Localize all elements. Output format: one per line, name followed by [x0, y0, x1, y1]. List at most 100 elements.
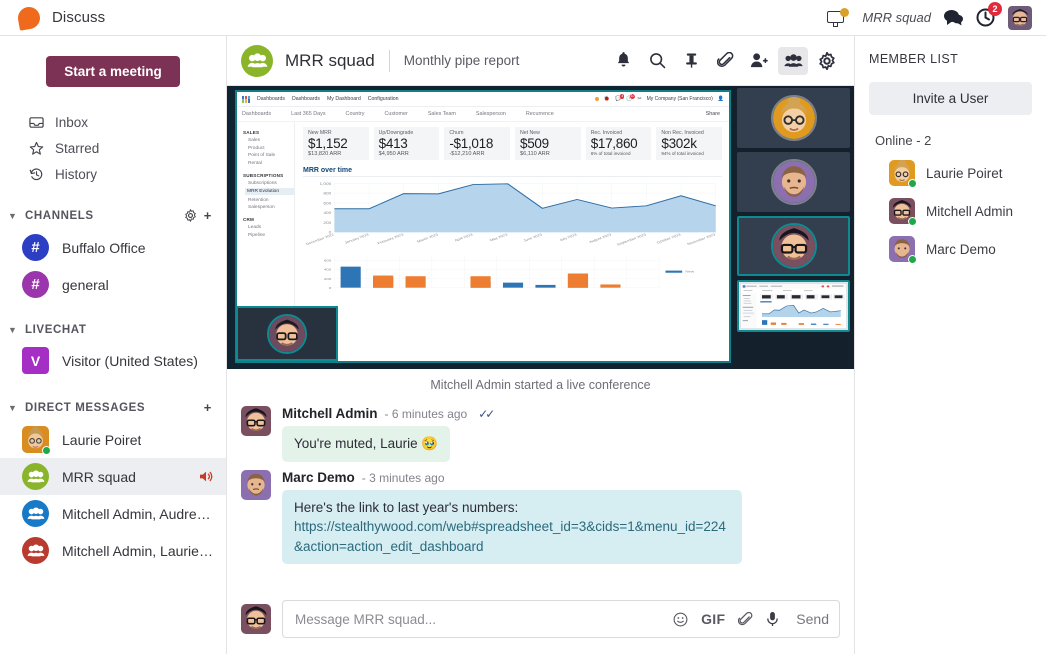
message-input[interactable]: [295, 611, 674, 627]
nav-item[interactable]: Point of Sale: [248, 153, 294, 158]
member-item-laurie-poiret[interactable]: Laurie Poiret: [869, 154, 1032, 192]
sidebar-dm-laurie-poiret[interactable]: Laurie Poiret: [0, 421, 226, 458]
kpi-sub: 6% of total invoiced: [590, 151, 631, 156]
hash-icon: #: [22, 234, 49, 261]
shared-screen-pane[interactable]: Dashboards Dashboards My Dashboard Confi…: [227, 86, 733, 369]
sidebar-item-starred[interactable]: Starred: [0, 135, 226, 161]
sidebar-item-inbox[interactable]: Inbox: [0, 109, 226, 135]
nav-item[interactable]: Retention: [248, 198, 294, 203]
paperclip-icon[interactable]: [738, 611, 753, 627]
inbox-icon: [28, 114, 44, 130]
sidebar-dm-mitchell-audrey[interactable]: Mitchell Admin, Audrey ...: [0, 495, 226, 532]
messages-icon[interactable]: 💬 4: [615, 94, 625, 102]
message-link[interactable]: https://stealthywood.com/web#spreadsheet…: [294, 519, 726, 554]
nav-item[interactable]: Rental: [248, 161, 294, 166]
sidebar-channel-general[interactable]: # general: [0, 266, 226, 303]
thread-subtitle[interactable]: Monthly pipe report: [404, 53, 520, 68]
emoji-icon[interactable]: [673, 612, 688, 627]
self-video-tile[interactable]: [236, 306, 338, 361]
participant-tile-screen-share[interactable]: [737, 280, 850, 332]
paperclip-icon[interactable]: [710, 47, 740, 75]
avatar: [770, 95, 817, 141]
dm-label: Laurie Poiret: [62, 431, 142, 448]
clock-activity-icon[interactable]: 2: [976, 2, 1002, 27]
member-name: Marc Demo: [926, 241, 996, 257]
screen-share-indicator-icon[interactable]: [827, 7, 850, 28]
bug-icon[interactable]: 🐞: [604, 96, 610, 102]
avatar: [241, 469, 271, 500]
send-button[interactable]: Send: [792, 611, 829, 627]
menu-item[interactable]: Dashboards: [257, 96, 285, 102]
section-title: CHANNELS: [25, 209, 94, 222]
menu-item[interactable]: Dashboards: [292, 96, 320, 102]
avatar: [770, 159, 817, 205]
svg-text:200: 200: [324, 278, 331, 281]
message-header: Mitchell Admin - 6 minutes ago ✓✓: [282, 406, 840, 421]
section-title: LIVECHAT: [25, 324, 87, 336]
gear-icon[interactable]: [184, 209, 197, 222]
section-header-direct-messages[interactable]: ▼ DIRECT MESSAGES +: [0, 391, 226, 421]
dashboard-user-avatar[interactable]: 👤: [718, 96, 724, 102]
chevron-down-icon: ▼: [8, 402, 18, 413]
add-user-icon[interactable]: [744, 47, 774, 75]
user-avatar[interactable]: [1008, 5, 1032, 30]
filter-chip[interactable]: Customer: [384, 111, 407, 117]
bell-icon[interactable]: [608, 47, 638, 75]
gif-icon[interactable]: GIF: [701, 611, 725, 627]
participant-tile-marc-demo[interactable]: [737, 152, 850, 212]
menu-item[interactable]: My Dashboard: [327, 96, 361, 102]
participant-tile-mitchell-admin[interactable]: [737, 216, 850, 276]
kpi-card: Churn -$1,018 -$12,210 ARR: [444, 127, 511, 160]
plus-icon[interactable]: +: [204, 400, 212, 415]
activities-icon[interactable]: 🕑 10: [626, 94, 636, 102]
filter-chip[interactable]: Country: [346, 111, 365, 117]
search-icon[interactable]: [642, 47, 672, 75]
kpi-value: $17,860: [590, 136, 638, 151]
gear-icon[interactable]: [812, 47, 842, 75]
member-item-mitchell-admin[interactable]: Mitchell Admin: [869, 192, 1032, 230]
filter-chip[interactable]: Last 365 Days: [291, 111, 325, 117]
composer-box[interactable]: GIF Send: [282, 600, 840, 638]
kpi-card: Net New $509 $6,110 ARR: [515, 127, 581, 160]
conference-caption: Mitchell Admin started a live conference: [430, 378, 651, 392]
participant-tile-laurie-poiret[interactable]: [737, 88, 850, 148]
filter-chip[interactable]: Recurrence: [526, 111, 554, 117]
chat-bubble-icon[interactable]: [944, 9, 963, 26]
message-list: Mitchell Admin - 6 minutes ago ✓✓ You're…: [227, 396, 854, 588]
pin-icon[interactable]: [676, 47, 706, 75]
plus-icon[interactable]: +: [204, 208, 212, 223]
share-button[interactable]: Share: [706, 111, 720, 117]
member-name: Laurie Poiret: [926, 165, 1003, 181]
sidebar-dm-mrr-squad[interactable]: MRR squad: [0, 458, 226, 495]
nav-item[interactable]: Leads: [248, 225, 294, 230]
sidebar-item-history[interactable]: History: [0, 161, 226, 187]
nav-item[interactable]: Product: [248, 146, 294, 151]
member-item-marc-demo[interactable]: Marc Demo: [869, 230, 1032, 268]
online-status-dot: [42, 446, 51, 455]
microphone-icon[interactable]: [766, 611, 779, 627]
apps-grid-icon[interactable]: [242, 95, 250, 103]
dashboard-menubar: Dashboards Dashboards My Dashboard Confi…: [237, 92, 729, 107]
nav-item-active[interactable]: MRR Evolution: [245, 188, 294, 195]
start-meeting-button[interactable]: Start a meeting: [46, 56, 180, 87]
sidebar-dm-mitchell-laurie[interactable]: Mitchell Admin, Laurie P...: [0, 532, 226, 569]
section-header-channels[interactable]: ▼ CHANNELS +: [0, 199, 226, 229]
filter-chip[interactable]: Salesperson: [476, 111, 506, 117]
nav-item[interactable]: Sales: [248, 138, 294, 143]
sidebar-livechat-visitor[interactable]: V Visitor (United States): [0, 342, 226, 379]
svg-text:1,000: 1,000: [320, 182, 333, 186]
message-bubble: You're muted, Laurie 🥹: [282, 426, 451, 462]
company-name[interactable]: My Company (San Francisco): [647, 96, 713, 102]
speaker-mute-icon[interactable]: [193, 470, 214, 483]
member-name: Mitchell Admin: [926, 203, 1014, 219]
sidebar-channel-buffalo-office[interactable]: # Buffalo Office: [0, 229, 226, 266]
section-header-livechat[interactable]: ▼ LIVECHAT: [0, 315, 226, 342]
nav-item[interactable]: Subscriptions: [248, 181, 294, 186]
nav-item[interactable]: Pipeline: [248, 233, 294, 238]
filter-chip[interactable]: Sales Team: [428, 111, 456, 117]
invite-user-button[interactable]: Invite a User: [869, 82, 1032, 115]
menu-item[interactable]: Configuration: [368, 96, 399, 102]
breadcrumb[interactable]: Dashboards: [242, 111, 271, 117]
nav-item[interactable]: Salesperson: [248, 205, 294, 210]
members-icon[interactable]: [778, 46, 808, 75]
